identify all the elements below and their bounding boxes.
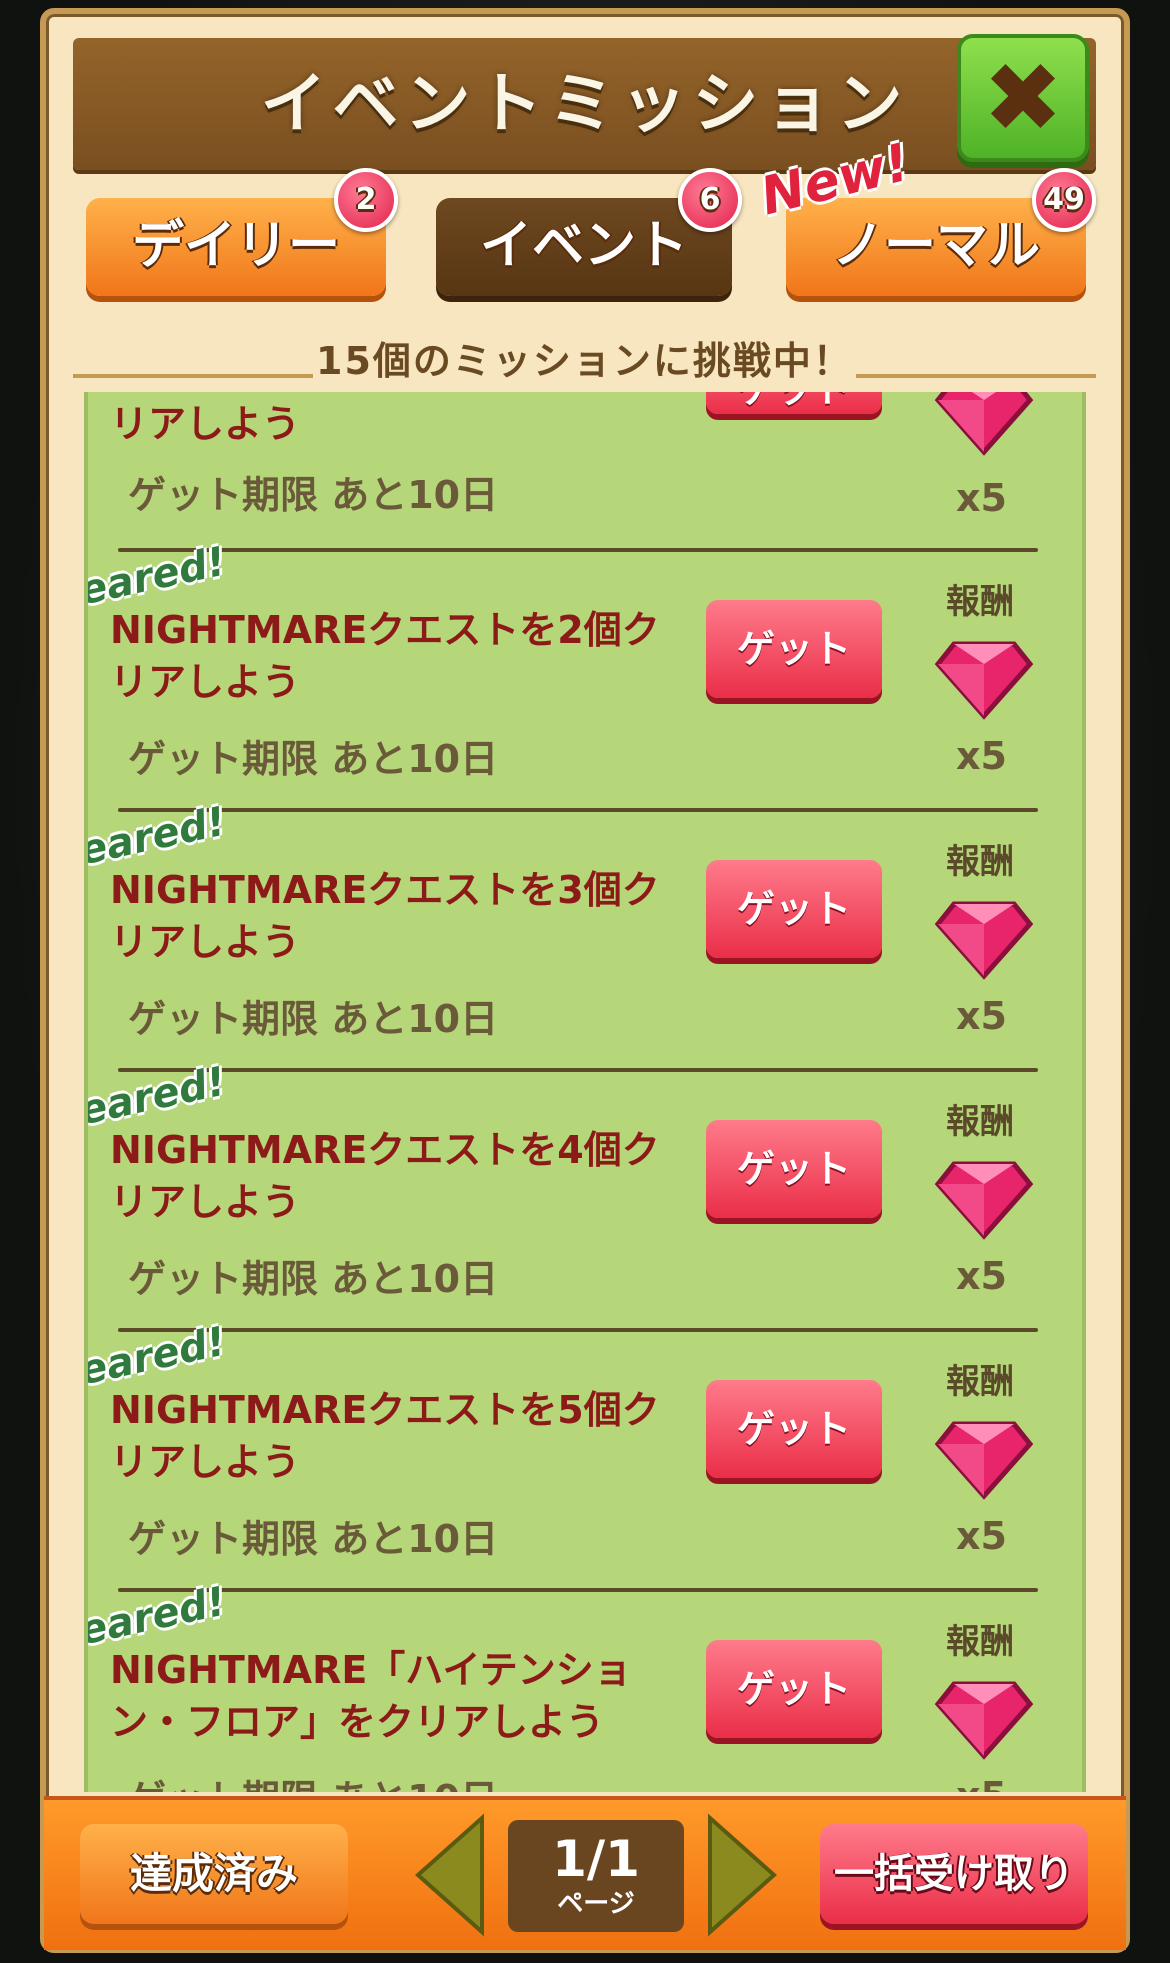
divider: [118, 548, 1038, 552]
page-title: イベントミッション: [260, 65, 909, 142]
completed-button[interactable]: 達成済み: [80, 1824, 348, 1924]
reward-quantity: x5: [956, 994, 1007, 1038]
reward-quantity: x5: [956, 1254, 1007, 1298]
reward-label: 報酬: [946, 842, 1014, 882]
mission-deadline: ゲット期限 あと10日: [128, 473, 499, 517]
divider: [118, 1328, 1038, 1332]
reward-label: 報酬: [946, 582, 1014, 622]
list-item: Cleared! NIGHTMAREクエストを3個クリアしよう ゲット期限 あと…: [88, 799, 1082, 1068]
tab-event-badge: 6: [678, 168, 742, 232]
reward-label: 報酬: [946, 1102, 1014, 1142]
mission-deadline: ゲット期限 あと10日: [128, 737, 499, 781]
mission-title: NIGHTMAREクエストを2個クリアしよう: [110, 608, 660, 704]
page-indicator: 1/1 ページ: [508, 1820, 684, 1932]
list-item: Cleared! NIGHTMAREクエストを2個クリアしよう ゲット期限 あと…: [88, 539, 1082, 808]
reward-quantity: x5: [956, 1514, 1007, 1558]
tab-event-label: イベント: [479, 216, 688, 276]
gem-icon: [934, 901, 1034, 980]
tab-daily-label: デイリー: [131, 216, 340, 276]
page-label: ページ: [557, 1889, 635, 1919]
mission-deadline: ゲット期限 あと10日: [128, 1257, 499, 1301]
page-number: 1/1: [552, 1830, 640, 1888]
divider: [118, 1068, 1038, 1072]
divider: [118, 808, 1038, 812]
close-icon: ✖: [982, 42, 1064, 154]
reward-label: 報酬: [946, 1362, 1014, 1402]
divider: [118, 1588, 1038, 1592]
mission-count-banner: 15個のミッションに挑戦中！: [316, 339, 853, 383]
list-item: Cleared! NIGHTMARE「ハイテンション・フロア」をクリアしよう ゲ…: [88, 1579, 1082, 1792]
next-page-arrow-icon[interactable]: [706, 1812, 780, 1938]
tab-normal-badge: 49: [1032, 168, 1096, 232]
prev-page-arrow-icon[interactable]: [412, 1812, 486, 1938]
list-item: Cleared! NIGHTMAREクエストを4個クリアしよう ゲット期限 あと…: [88, 1059, 1082, 1328]
reward-quantity: x5: [956, 734, 1007, 778]
mission-deadline: ゲット期限 あと10日: [128, 1768, 498, 1792]
gem-icon: [934, 392, 1034, 456]
gem-icon: [934, 1161, 1034, 1240]
mission-deadline: ゲット期限 あと10日: [128, 1517, 499, 1561]
tab-normal[interactable]: ノーマル 49: [786, 168, 1096, 296]
mission-title: NIGHTMAREクエストを5個クリアしよう: [110, 1388, 660, 1484]
reward-label: 報酬: [946, 1622, 1014, 1662]
title-bar: イベントミッション: [73, 38, 1096, 170]
mission-title: NIGHTMAREクエストを3個クリアしよう: [110, 868, 660, 964]
get-button[interactable]: ゲット: [706, 1380, 882, 1478]
mission-deadline: ゲット期限 あと10日: [128, 997, 499, 1041]
gem-icon: [934, 1421, 1034, 1500]
list-item: Cleared! NIGHTMAREクエストを5個クリアしよう ゲット期限 あと…: [88, 1319, 1082, 1588]
reward-quantity: x5: [956, 476, 1007, 520]
tab-daily-badge: 2: [334, 168, 398, 232]
get-button[interactable]: ゲット: [706, 392, 882, 414]
get-button[interactable]: ゲット: [706, 600, 882, 698]
mission-title: NIGHTMARE「ハイテンション・フロア」をクリアしよう: [110, 1648, 632, 1744]
tab-normal-label: ノーマル: [831, 216, 1040, 276]
get-button[interactable]: ゲット: [706, 860, 882, 958]
receive-all-button[interactable]: 一括受け取り: [820, 1824, 1088, 1924]
get-button[interactable]: ゲット: [706, 1640, 882, 1738]
mission-title: NIGHTMAREクエストを4個クリアしよう: [110, 1128, 660, 1224]
tab-daily[interactable]: デイリー 2: [86, 168, 398, 296]
gem-icon: [934, 1681, 1034, 1760]
tab-event[interactable]: イベント 6: [436, 168, 742, 296]
gem-icon: [934, 641, 1034, 720]
reward-quantity: x5: [956, 1774, 1007, 1792]
mission-title: リアしよう: [110, 402, 301, 446]
get-button[interactable]: ゲット: [706, 1120, 882, 1218]
mission-list[interactable]: リアしよう ゲット期限 あと10日 ゲット x5 Cleared! NIGHTM…: [84, 392, 1086, 1792]
close-button[interactable]: ✖: [957, 34, 1089, 162]
